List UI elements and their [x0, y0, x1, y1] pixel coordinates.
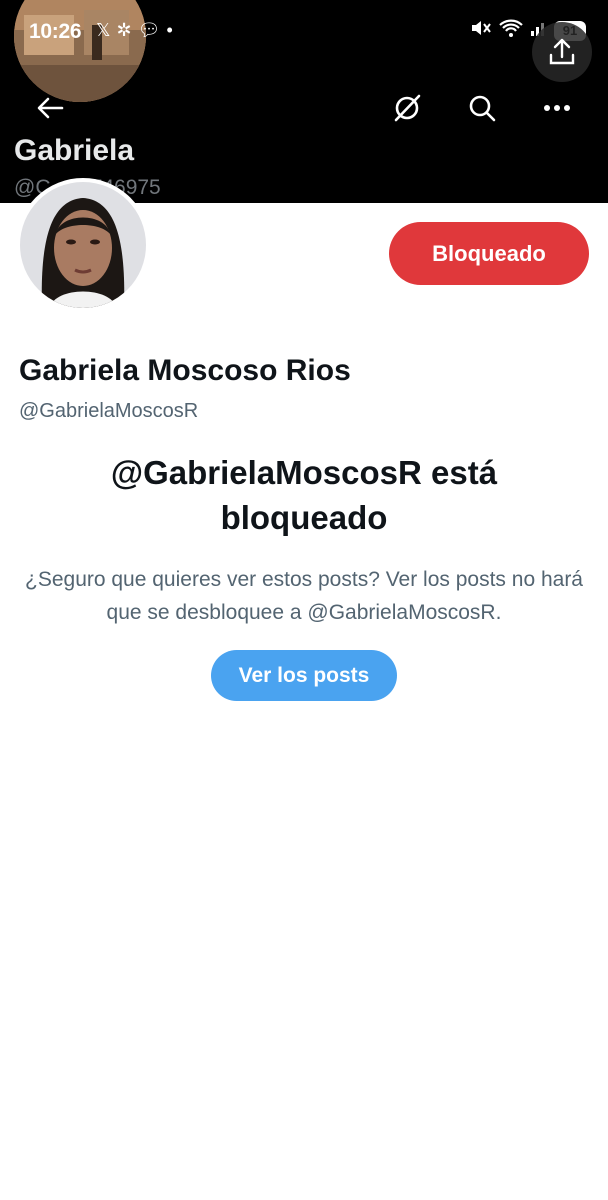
view-posts-button[interactable]: Ver los posts: [211, 650, 397, 701]
profile-avatar[interactable]: [16, 178, 150, 312]
mute-icon: [470, 18, 492, 43]
profile-display-name: Gabriela Moscoso Rios: [19, 354, 351, 387]
search-button[interactable]: [462, 88, 502, 128]
header-nav: [0, 88, 608, 128]
status-time: 10:26: [29, 20, 82, 43]
grok-button[interactable]: [387, 88, 427, 128]
app-notification-icon: ✲: [116, 20, 132, 40]
grok-icon: [394, 94, 421, 122]
more-icon: [544, 105, 570, 111]
chat-bubble-icon: 💬︎: [137, 20, 161, 40]
x-logo-icon: 𝕏: [96, 20, 111, 40]
status-notification-icons: 𝕏 ✲ 💬︎ •: [96, 20, 173, 41]
banner-display-name: Gabriela: [14, 134, 135, 167]
share-button[interactable]: [532, 22, 592, 82]
profile-handle: @GabrielaMoscosR: [19, 400, 199, 422]
share-icon: [549, 38, 575, 65]
dot-icon: •: [166, 20, 173, 40]
blocked-button[interactable]: Bloqueado: [389, 222, 589, 285]
more-options-button[interactable]: [537, 88, 577, 128]
back-button[interactable]: [30, 88, 70, 128]
header-avatar-thumbnail: [14, 0, 146, 102]
profile-banner: 10:26 𝕏 ✲ 💬︎ • 91: [0, 0, 608, 203]
blocked-notice-description: ¿Seguro que quieres ver estos posts? Ver…: [25, 568, 583, 624]
blocked-notice-title: @GabrielaMoscosR está bloqueado: [110, 454, 498, 536]
back-arrow-icon: [37, 97, 64, 119]
wifi-icon: [498, 18, 524, 43]
search-icon: [469, 95, 496, 122]
